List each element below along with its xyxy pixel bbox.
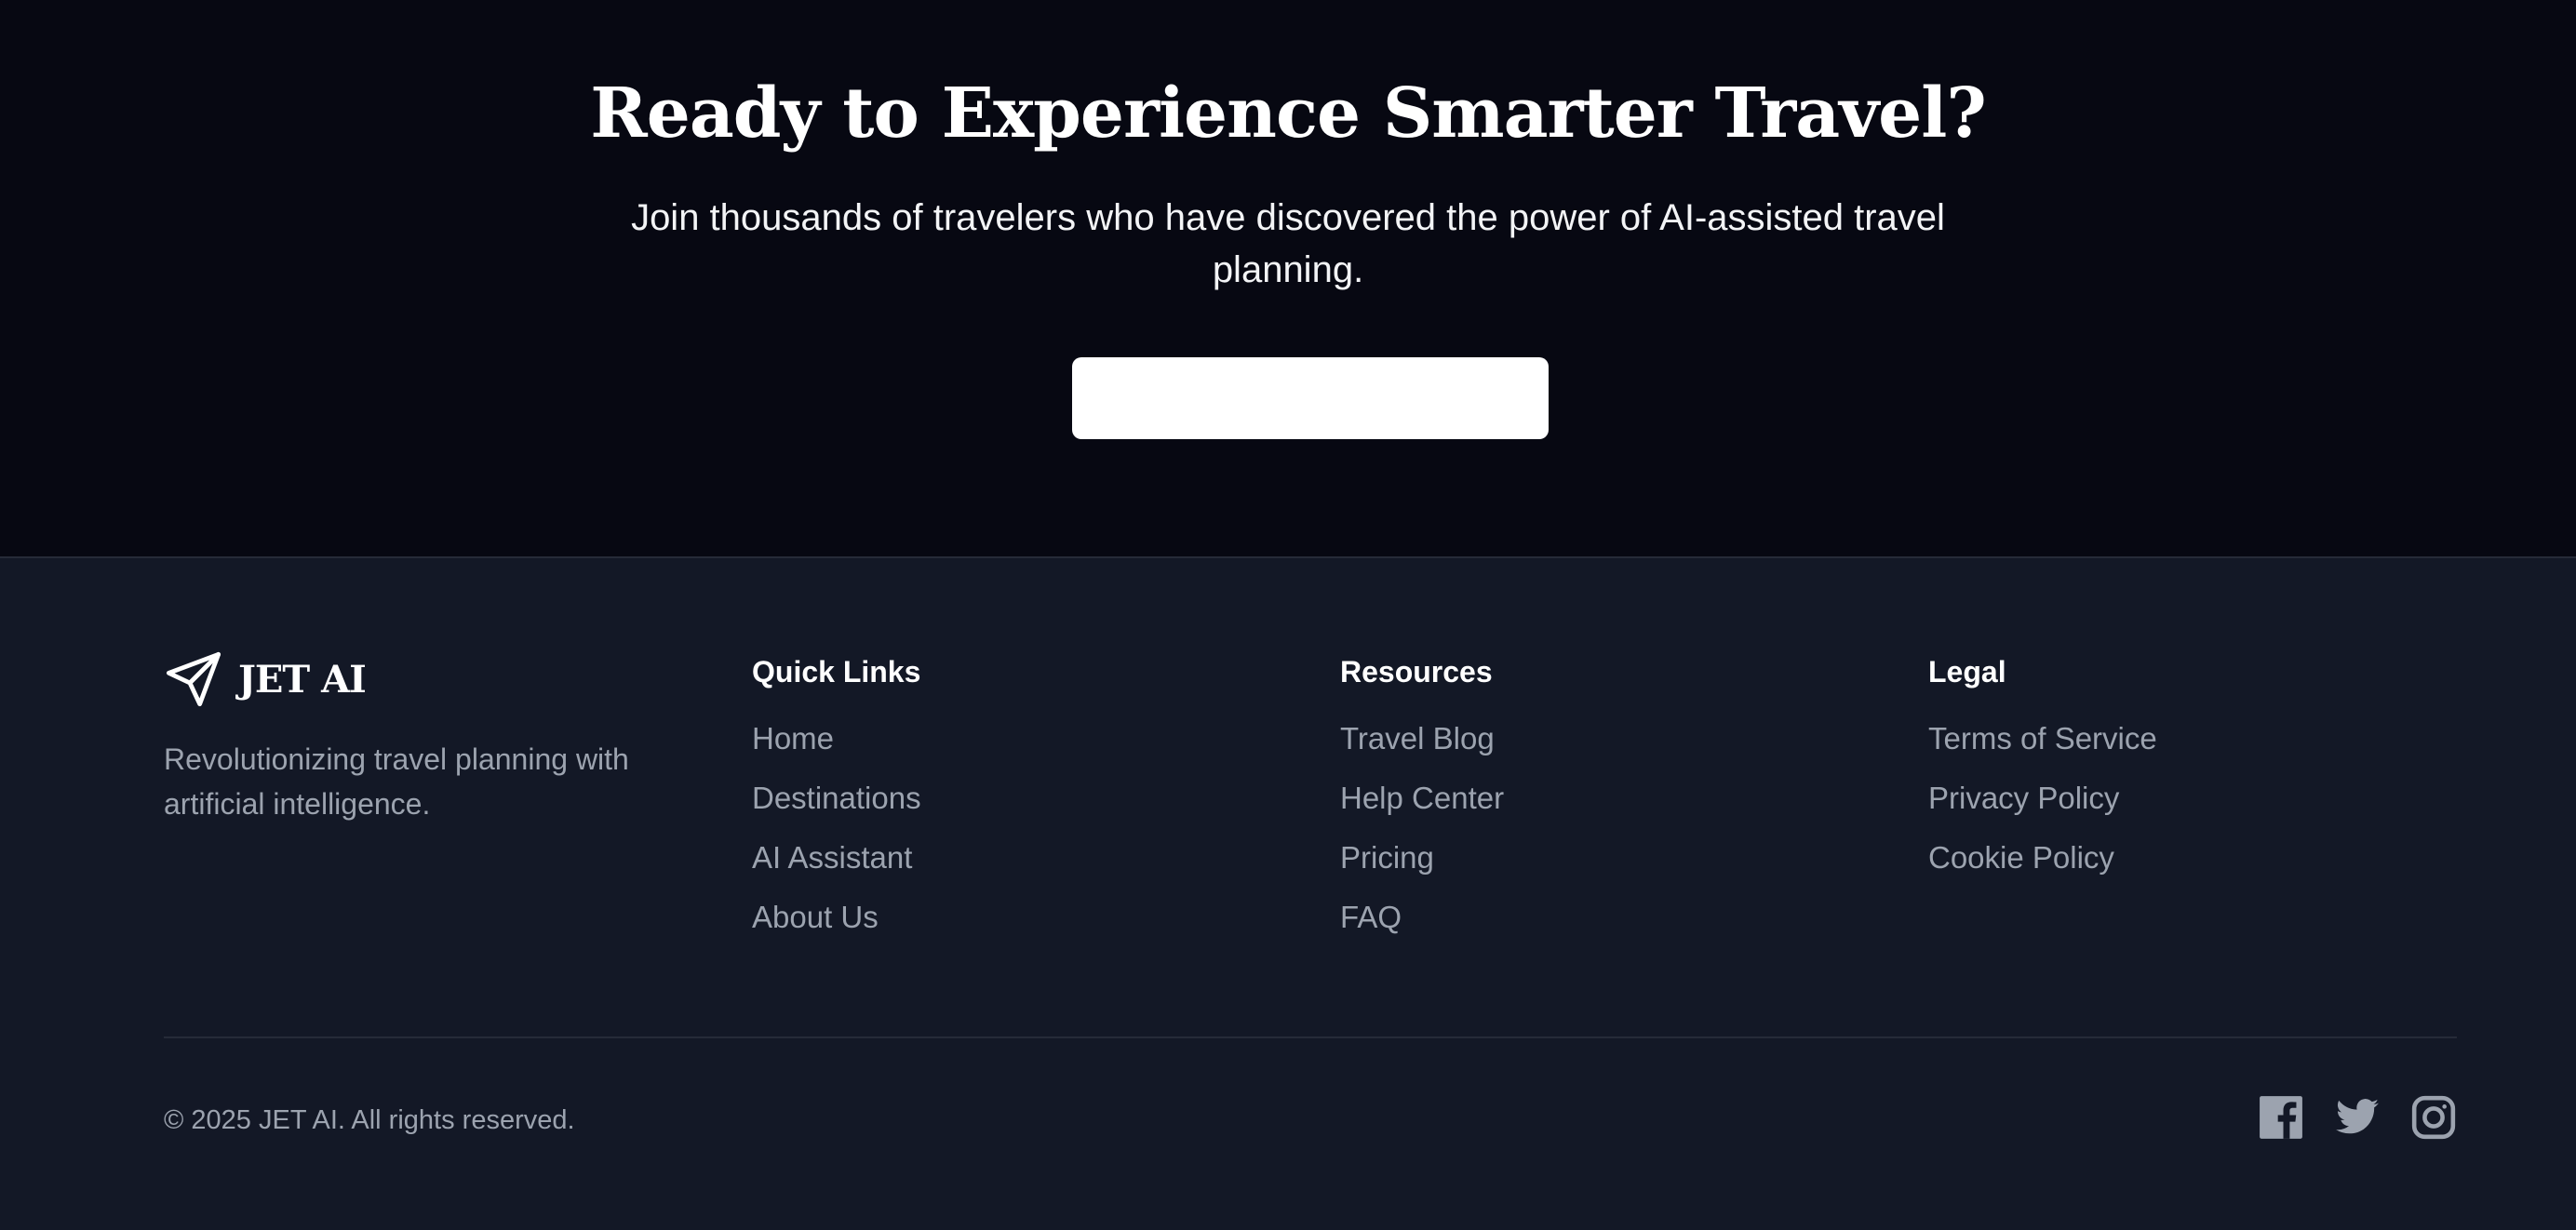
quick-links-column: Quick Links Home Destinations AI Assista… [752,651,921,956]
cta-subtitle: Join thousands of travelers who have dis… [631,197,1945,290]
list-item: Destinations [752,778,921,837]
cta-title: Ready to Experience Smarter Travel? [590,74,1986,154]
footer-link-destinations[interactable]: Destinations [752,781,921,815]
list-item: About Us [752,897,921,956]
footer-link-travel-blog[interactable]: Travel Blog [1340,721,1495,755]
brand-name: JET AI [238,657,367,702]
resources-column: Resources Travel Blog Help Center Pricin… [1340,651,1504,956]
twitter-link[interactable] [2334,1094,2381,1141]
facebook-icon [2260,1096,2302,1139]
list-item: Help Center [1340,778,1504,837]
footer-link-faq[interactable]: FAQ [1340,900,1402,934]
quick-links-title: Quick Links [752,655,921,689]
get-started-button[interactable] [1072,357,1549,439]
footer-link-home[interactable]: Home [752,721,834,755]
footer-link-privacy[interactable]: Privacy Policy [1928,781,2119,815]
legal-title: Legal [1928,655,2006,689]
list-item: Travel Blog [1340,718,1504,778]
quick-links-list: Home Destinations AI Assistant About Us [752,718,921,956]
list-item: Home [752,718,921,778]
list-item: Terms of Service [1928,718,2157,778]
paper-plane-icon [166,651,221,707]
footer-divider [164,1036,2457,1038]
list-item: Pricing [1340,837,1504,897]
list-item: Cookie Policy [1928,837,2157,897]
legal-column: Legal Terms of Service Privacy Policy Co… [1928,651,2157,897]
instagram-link[interactable] [2410,1094,2457,1141]
social-links [2258,1094,2457,1141]
footer-link-ai-assistant[interactable]: AI Assistant [752,840,912,875]
cta-section: Ready to Experience Smarter Travel? Join… [0,0,2576,558]
brand-tagline: Revolutionizing travel planning with art… [164,742,629,821]
facebook-link[interactable] [2258,1094,2304,1141]
footer-link-cookies[interactable]: Cookie Policy [1928,840,2114,875]
footer-link-pricing[interactable]: Pricing [1340,840,1434,875]
legal-list: Terms of Service Privacy Policy Cookie P… [1928,718,2157,897]
resources-title: Resources [1340,655,1493,689]
footer-link-help-center[interactable]: Help Center [1340,781,1504,815]
copyright-text: © 2025 JET AI. All rights reserved. [164,1105,575,1135]
list-item: Privacy Policy [1928,778,2157,837]
list-item: AI Assistant [752,837,921,897]
footer-link-about-us[interactable]: About Us [752,900,879,934]
footer-link-terms[interactable]: Terms of Service [1928,721,2157,755]
instagram-icon [2411,1095,2456,1140]
list-item: FAQ [1340,897,1504,956]
footer-brand[interactable]: JET AI [164,649,367,709]
resources-list: Travel Blog Help Center Pricing FAQ [1340,718,1504,956]
twitter-icon [2336,1099,2379,1134]
